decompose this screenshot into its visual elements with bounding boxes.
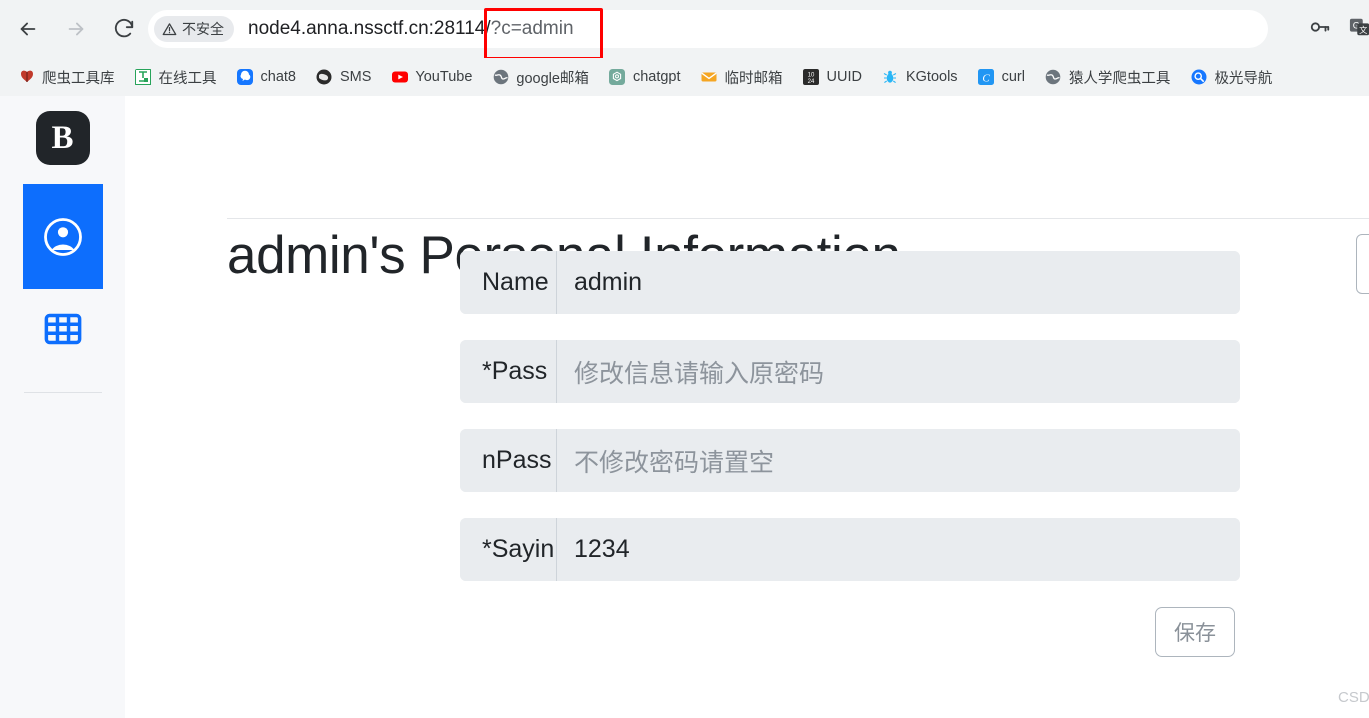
bookmark-item[interactable]: YouTube — [383, 65, 480, 90]
1024-icon: 10 24 — [803, 69, 820, 86]
bookmark-item[interactable]: 10 24 UUID — [795, 65, 870, 90]
forward-button[interactable] — [56, 9, 96, 49]
tool-grid-icon — [135, 69, 152, 86]
search-circle-icon — [1190, 69, 1207, 86]
security-status-chip[interactable]: 不安全 — [154, 16, 234, 42]
name-input[interactable]: admin — [557, 251, 1240, 314]
svg-text:10: 10 — [808, 72, 815, 78]
browser-chrome: 不安全 node4.anna.nssctf.cn:28114/ ?c=admin… — [0, 0, 1369, 96]
url-host-part: node4.anna.nssctf.cn:28114/ — [248, 18, 491, 39]
reload-button[interactable] — [104, 9, 144, 49]
bug-icon — [882, 69, 899, 86]
youtube-icon — [391, 69, 408, 86]
bookmark-item[interactable]: SMS — [308, 65, 379, 90]
key-icon — [1309, 16, 1331, 43]
table-icon — [44, 310, 82, 348]
main-content: admin's Personal Information Name admin … — [125, 96, 1369, 718]
sidebar-divider — [23, 392, 102, 393]
personal-information-form: Name admin *Pass 修改信息请输入原密码 nPass 不修改密码请… — [460, 251, 1240, 657]
svg-text:文: 文 — [1359, 24, 1367, 34]
globe-icon — [1045, 69, 1062, 86]
password-input[interactable]: 修改信息请输入原密码 — [557, 340, 1240, 403]
bookmark-label: 在线工具 — [158, 70, 217, 87]
bookmark-label: SMS — [339, 69, 372, 85]
bookmarks-bar: 爬虫工具库 在线工具 chat8 SMS YouTube google邮箱 ch… — [0, 58, 1369, 96]
bookmark-item[interactable]: 爬虫工具库 — [10, 63, 123, 92]
form-row-saying: *Sayin 1234 — [460, 518, 1240, 581]
sidebar-item-table[interactable] — [23, 306, 103, 352]
bookmark-label: 临时邮箱 — [724, 70, 783, 87]
url-query-part: ?c=admin — [490, 18, 574, 39]
bootstrap-brand-logo[interactable]: B — [35, 111, 90, 165]
sms-icon — [316, 69, 333, 86]
person-icon — [42, 216, 84, 258]
butterfly-icon — [18, 69, 35, 86]
form-row-password: *Pass 修改信息请输入原密码 — [460, 340, 1240, 403]
watermark: CSDN @晓雨风声 — [1338, 689, 1369, 706]
curl-c-icon: C — [978, 69, 995, 86]
security-status-label: 不安全 — [182, 21, 224, 37]
translate-icon: G文 — [1349, 16, 1369, 43]
bookmark-label: 猿人学爬虫工具 — [1068, 70, 1171, 87]
saying-input[interactable]: 1234 — [557, 518, 1240, 581]
warning-triangle-icon — [162, 22, 177, 37]
bookmark-item[interactable]: chatgpt — [601, 65, 689, 90]
translate-button[interactable]: G文 — [1345, 14, 1369, 44]
field-label-saying: *Sayin — [460, 518, 557, 581]
bookmark-item[interactable]: 猿人学爬虫工具 — [1037, 63, 1179, 92]
bookmark-label: UUID — [826, 69, 862, 85]
chat-bubble-icon — [237, 69, 254, 86]
svg-text:24: 24 — [808, 79, 815, 85]
form-row-name: Name admin — [460, 251, 1240, 314]
arrow-right-icon — [65, 18, 87, 40]
bookmark-label: YouTube — [415, 69, 473, 85]
page-viewport: B admin's Name admin *Pass 修改信息请输入原密码 nP… — [0, 96, 1369, 718]
svg-text:C: C — [982, 72, 990, 84]
header-divider — [227, 218, 1369, 219]
bookmark-item[interactable]: chat8 — [229, 65, 304, 90]
bookmark-label: chatgpt — [632, 69, 681, 85]
field-label-name: Name — [460, 251, 557, 314]
envelope-icon — [701, 69, 718, 86]
bookmark-label: curl — [1001, 69, 1025, 85]
browser-toolbar: 不安全 node4.anna.nssctf.cn:28114/ ?c=admin… — [0, 0, 1369, 60]
bookmark-label: google邮箱 — [516, 70, 589, 87]
new-password-input[interactable]: 不修改密码请置空 — [557, 429, 1240, 492]
sidebar: B — [0, 96, 125, 718]
bookmark-label: chat8 — [260, 69, 296, 85]
arrow-left-icon — [17, 18, 39, 40]
back-button[interactable] — [8, 9, 48, 49]
openai-icon — [609, 69, 626, 86]
address-bar[interactable]: 不安全 node4.anna.nssctf.cn:28114/ ?c=admin — [148, 10, 1268, 48]
bookmark-item[interactable]: 极光导航 — [1182, 63, 1280, 92]
password-manager-button[interactable] — [1305, 14, 1335, 44]
bookmark-item[interactable]: 在线工具 — [127, 63, 225, 92]
bookmark-label: 爬虫工具库 — [42, 70, 115, 87]
bookmark-item[interactable]: C curl — [970, 65, 1033, 90]
globe-icon — [492, 69, 509, 86]
brand-letter: B — [51, 119, 74, 156]
save-button[interactable]: 保存 — [1155, 607, 1235, 657]
offscreen-action-button[interactable] — [1356, 234, 1369, 294]
bookmark-item[interactable]: google邮箱 — [484, 63, 597, 92]
field-label-password: *Pass — [460, 340, 557, 403]
form-row-new-password: nPass 不修改密码请置空 — [460, 429, 1240, 492]
sidebar-item-personal-information[interactable] — [22, 184, 103, 289]
url-text[interactable]: node4.anna.nssctf.cn:28114/ ?c=admin — [248, 18, 574, 40]
bookmark-label: 极光导航 — [1214, 70, 1273, 87]
field-label-new-password: nPass — [460, 429, 557, 492]
bookmark-item[interactable]: KGtools — [874, 65, 966, 90]
reload-icon — [113, 18, 135, 40]
form-actions: 保存 — [460, 607, 1240, 657]
bookmark-item[interactable]: 临时邮箱 — [693, 63, 791, 92]
bookmark-label: KGtools — [905, 69, 958, 85]
